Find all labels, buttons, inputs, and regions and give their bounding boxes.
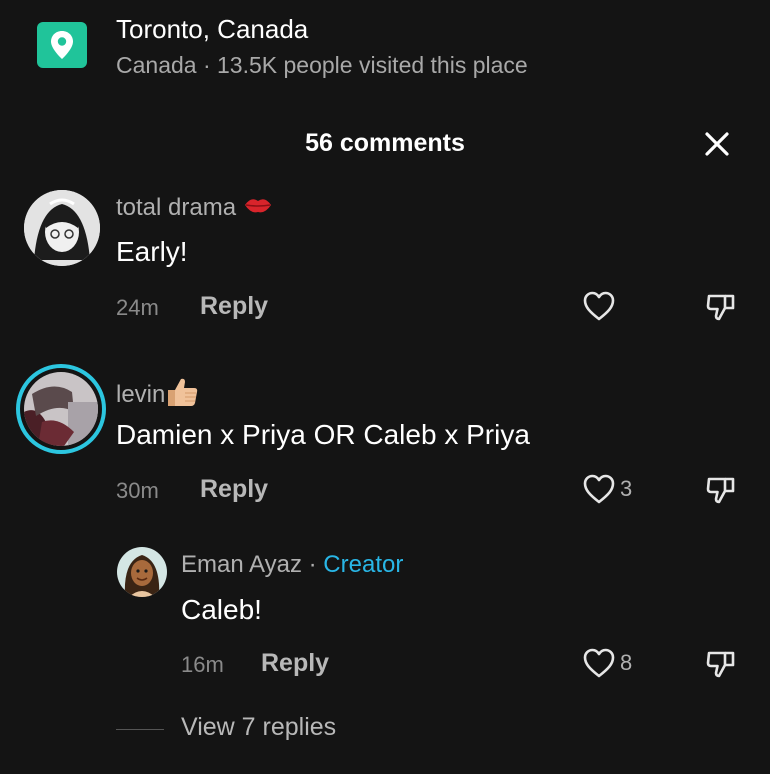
like-count: 8 [620, 650, 633, 675]
heart-icon [583, 648, 615, 678]
dislike-button[interactable] [705, 291, 737, 328]
reply-button[interactable]: Reply [261, 649, 329, 678]
location-title: Toronto, Canada [116, 14, 309, 44]
comments-count: 56 comments [305, 129, 465, 157]
divider-line [116, 729, 164, 730]
thumbs-down-icon [706, 477, 735, 504]
reply-button[interactable]: Reply [200, 475, 268, 504]
reply-text: Caleb! [181, 594, 262, 625]
location-subtitle: Canada · 13.5K people visited this place [116, 52, 528, 78]
avatar[interactable] [24, 190, 100, 266]
comment-time: 24m [116, 295, 159, 320]
location-banner[interactable]: Toronto, Canada Canada · 13.5K people vi… [0, 0, 770, 100]
heart-icon [583, 291, 615, 321]
avatar[interactable] [16, 364, 106, 454]
like-button[interactable]: 3 [582, 473, 632, 505]
lips-emoji [243, 194, 273, 223]
dislike-button[interactable] [705, 648, 737, 685]
thumbs-down-icon [706, 651, 735, 678]
reply-username[interactable]: Eman Ayaz · Creator [181, 551, 403, 579]
thumbs-up-emoji [165, 376, 199, 415]
creator-badge: Creator [323, 551, 404, 578]
heart-icon [583, 474, 615, 504]
reply-button[interactable]: Reply [200, 292, 268, 321]
thumbs-down-icon [706, 294, 735, 321]
avatar[interactable] [117, 547, 167, 597]
view-replies-button[interactable]: View 7 replies [181, 713, 336, 742]
comment-text: Early! [116, 236, 188, 267]
comment-username[interactable]: levin [116, 376, 199, 415]
like-button[interactable] [582, 290, 620, 322]
close-icon[interactable] [700, 127, 734, 161]
comment-username[interactable]: total drama [116, 194, 273, 223]
dislike-button[interactable] [705, 474, 737, 511]
comments-header: 56 comments [0, 125, 770, 165]
reply-time: 16m [181, 652, 224, 677]
like-button[interactable]: 8 [582, 647, 632, 679]
comment-time: 30m [116, 478, 159, 503]
like-count: 3 [620, 476, 633, 501]
map-pin-icon [37, 22, 87, 68]
comment-text: Damien x Priya OR Caleb x Priya [116, 419, 530, 450]
